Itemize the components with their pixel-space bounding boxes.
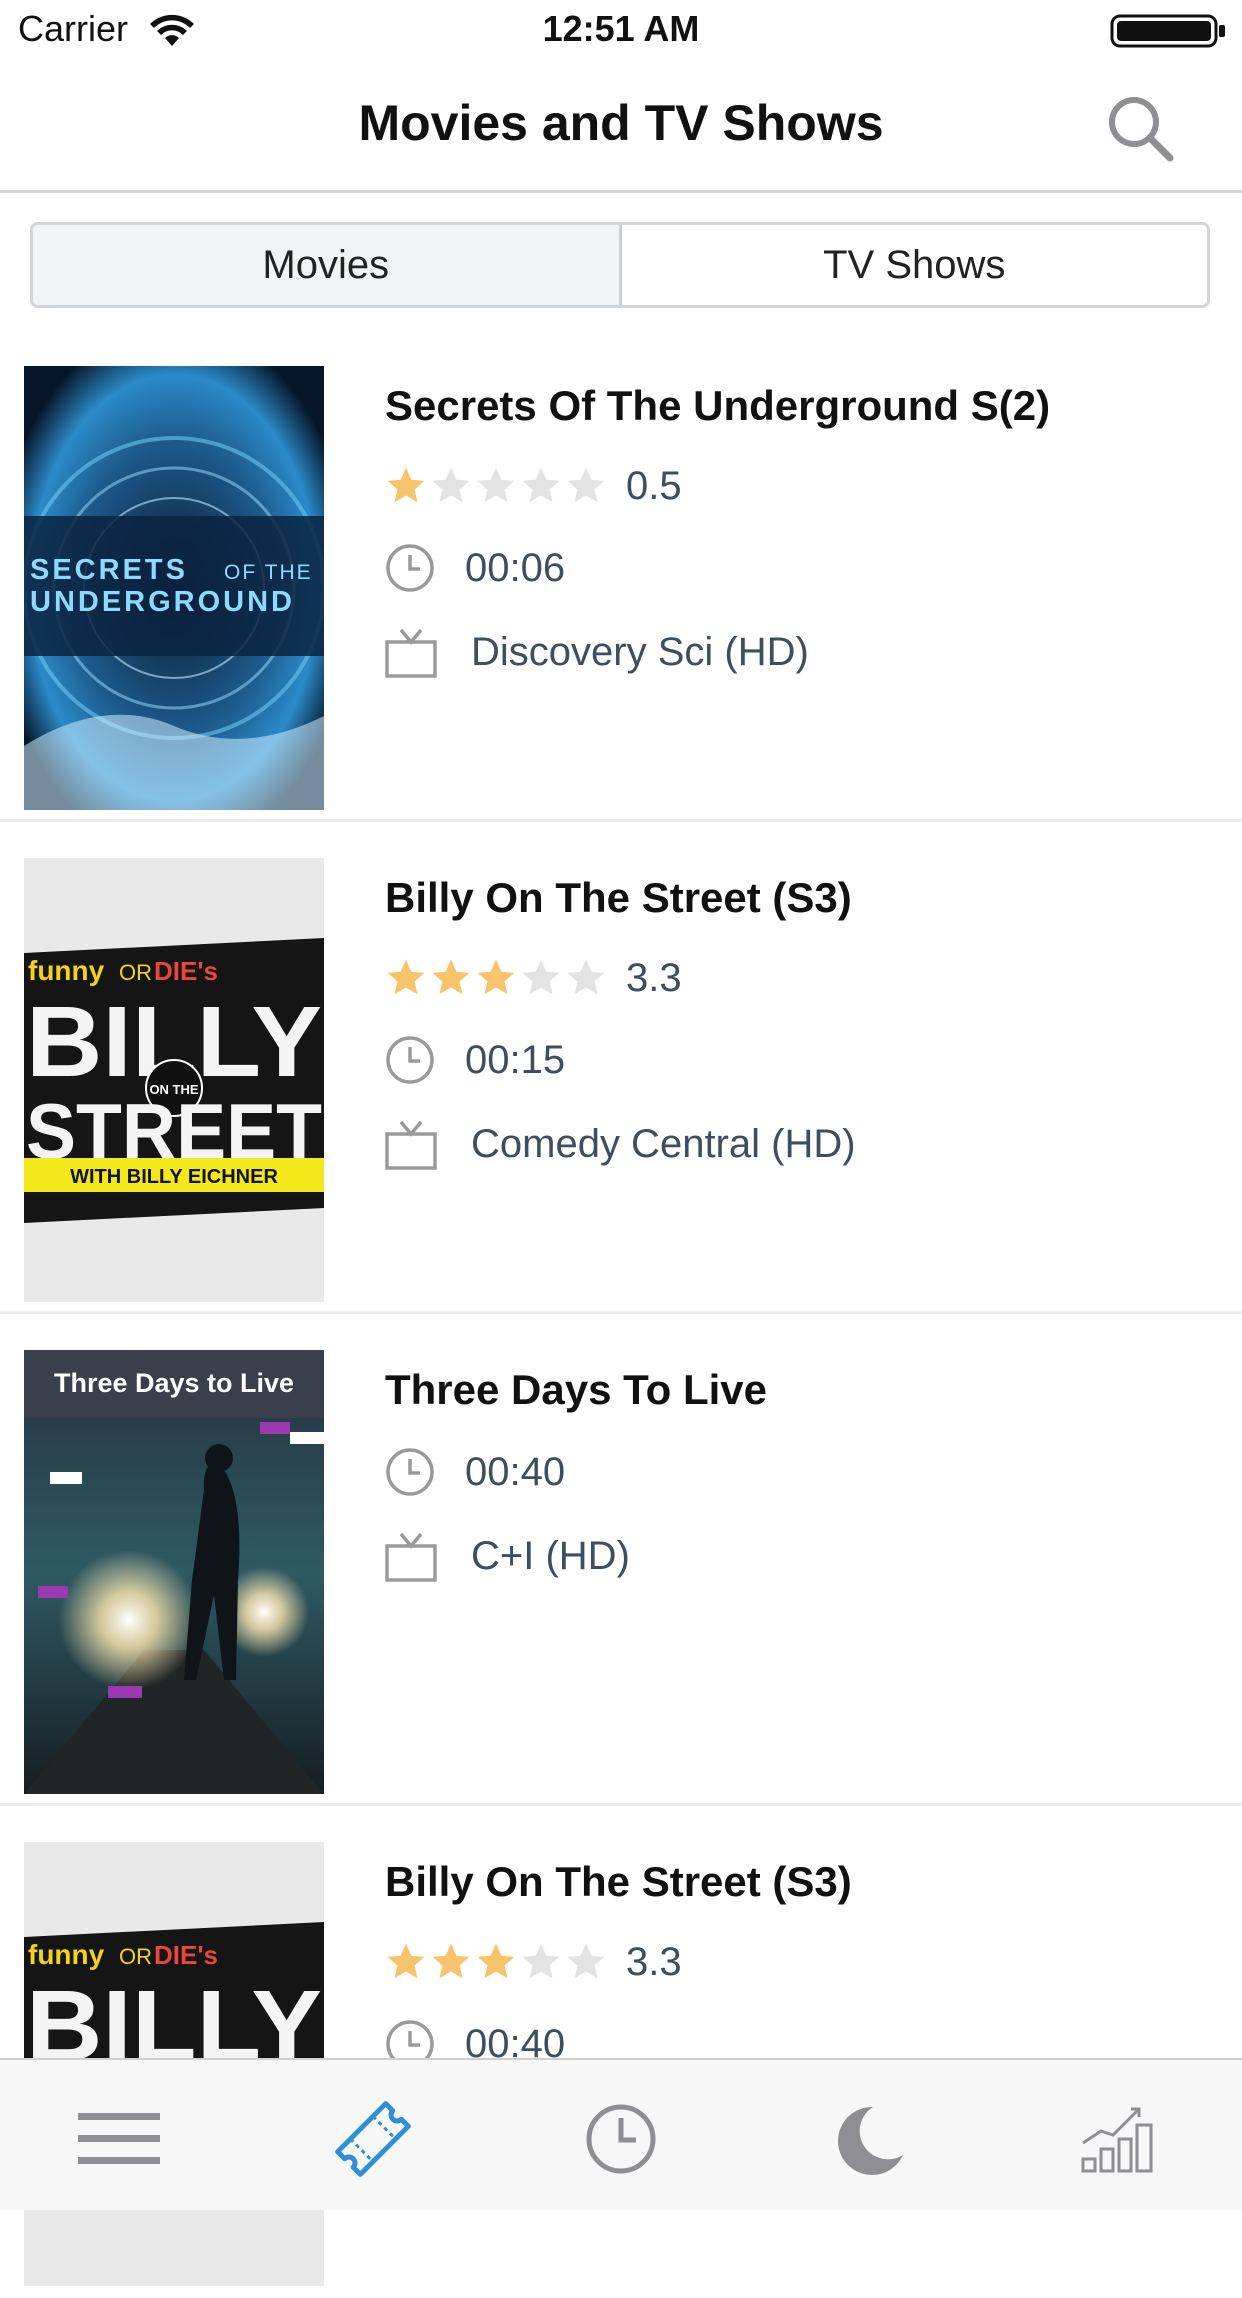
- segment-movies[interactable]: Movies: [33, 225, 622, 305]
- clock-icon: [586, 2104, 656, 2174]
- search-button[interactable]: [1104, 92, 1176, 164]
- poster-image: funny OR DIE's BILLY ON THE STREET WITH …: [24, 858, 324, 1302]
- duration-row: 00:40: [385, 1442, 565, 1502]
- poster-image: SECRETS OF THE UNDERGROUND: [24, 366, 324, 810]
- star-rating: [385, 957, 610, 999]
- star-empty-icon: [522, 1943, 560, 1979]
- star-rating: [385, 1941, 610, 1983]
- tab-history[interactable]: [576, 2094, 666, 2184]
- segment-tv-shows[interactable]: TV Shows: [622, 225, 1208, 305]
- star-empty-icon: [477, 467, 515, 503]
- list-item[interactable]: SECRETS OF THE UNDERGROUND Secrets Of Th…: [0, 330, 1242, 822]
- svg-text:SECRETS: SECRETS: [30, 554, 188, 586]
- star-filled-icon: [432, 1943, 470, 1979]
- rating: 3.3: [385, 1934, 682, 1990]
- star-empty-icon: [567, 1943, 605, 1979]
- clock-icon: [386, 1036, 434, 1084]
- star-filled-icon: [477, 959, 515, 995]
- menu-icon: [78, 2113, 160, 2164]
- channel-text: Comedy Central (HD): [471, 1121, 856, 1166]
- item-title: Three Days To Live: [385, 1366, 768, 1413]
- duration-text: 00:06: [465, 545, 566, 590]
- star-filled-icon: [477, 1943, 515, 1979]
- rating-value: 0.5: [626, 463, 682, 508]
- rating: 3.3: [385, 950, 682, 1006]
- channel-row: Comedy Central (HD): [385, 1114, 856, 1174]
- battery-icon: [1110, 14, 1228, 53]
- svg-text:funny: funny: [28, 955, 105, 986]
- item-title: Billy On The Street (S3): [385, 874, 852, 921]
- svg-text:OF THE: OF THE: [224, 561, 313, 584]
- navigation-bar: Movies and TV Shows: [0, 62, 1242, 193]
- program-list: SECRETS OF THE UNDERGROUND Secrets Of Th…: [0, 330, 1242, 2298]
- svg-text:OR: OR: [119, 1944, 152, 1969]
- star-filled-icon: [432, 959, 470, 995]
- page-title: Movies and TV Shows: [358, 95, 884, 151]
- tv-icon: [385, 1532, 437, 1582]
- list-item[interactable]: Three Days to Live Three Days To Live 00…: [0, 1314, 1242, 1806]
- segmented-control: Movies TV Shows: [30, 222, 1210, 308]
- rating-value: 3.3: [626, 955, 682, 1000]
- list-item[interactable]: funny OR DIE's BILLY ON THE STREET WITH …: [0, 822, 1242, 1314]
- svg-text:OR: OR: [119, 960, 152, 985]
- svg-text:DIE's: DIE's: [154, 956, 218, 986]
- tv-icon: [385, 628, 437, 678]
- rating: 0.5: [385, 458, 682, 514]
- status-bar: Carrier 12:51 AM: [0, 0, 1242, 62]
- channel-row: Discovery Sci (HD): [385, 622, 809, 682]
- clock-icon: [386, 544, 434, 592]
- search-icon: [1109, 97, 1174, 162]
- channel-text: Discovery Sci (HD): [471, 629, 809, 674]
- rating-value: 3.3: [626, 1939, 682, 1984]
- clock-icon: [386, 1448, 434, 1496]
- star-empty-icon: [432, 467, 470, 503]
- star-empty-icon: [522, 959, 560, 995]
- moon-icon: [838, 2106, 903, 2175]
- tab-tickets[interactable]: [328, 2094, 418, 2184]
- duration-text: 00:40: [465, 1449, 566, 1494]
- star-empty-icon: [522, 467, 560, 503]
- status-time: 12:51 AM: [542, 8, 700, 49]
- item-title: Secrets Of The Underground S(2): [385, 382, 1051, 429]
- tab-sleep[interactable]: [824, 2094, 914, 2184]
- star-filled-icon: [387, 1943, 425, 1979]
- svg-text:Three Days to Live: Three Days to Live: [54, 1368, 294, 1398]
- item-title: Billy On The Street (S3): [385, 1858, 852, 1905]
- channel-row: C+I (HD): [385, 1526, 630, 1586]
- star-filled-icon: [387, 467, 425, 503]
- poster-image: Three Days to Live: [24, 1350, 324, 1794]
- star-rating: [385, 465, 610, 507]
- channel-text: C+I (HD): [471, 1533, 630, 1578]
- duration-row: 00:15: [385, 1030, 565, 1090]
- svg-text:funny: funny: [28, 1939, 105, 1970]
- chart-icon: [1081, 2107, 1153, 2173]
- list-item[interactable]: funny OR DIE's BILLY Billy On The Street…: [0, 1806, 1242, 2298]
- svg-text:WITH BILLY EICHNER: WITH BILLY EICHNER: [70, 1166, 278, 1188]
- star-empty-icon: [567, 959, 605, 995]
- tab-bar: [0, 2058, 1242, 2210]
- tab-menu[interactable]: [74, 2094, 164, 2184]
- duration-text: 00:15: [465, 1037, 566, 1082]
- star-filled-icon: [387, 959, 425, 995]
- svg-text:DIE's: DIE's: [154, 1940, 218, 1970]
- tv-icon: [385, 1120, 437, 1170]
- svg-text:UNDERGROUND: UNDERGROUND: [30, 586, 295, 618]
- ticket-icon: [335, 2101, 411, 2177]
- star-empty-icon: [567, 467, 605, 503]
- duration-row: 00:06: [385, 538, 565, 598]
- tab-stats[interactable]: [1074, 2094, 1164, 2184]
